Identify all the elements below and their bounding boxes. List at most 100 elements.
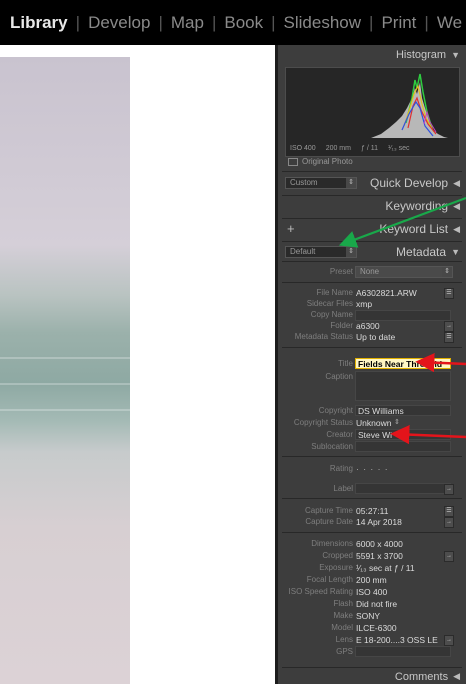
metadata-row-value[interactable]: A6302821.ARW	[356, 288, 417, 298]
copyright-status-select[interactable]: Unknown	[356, 418, 391, 428]
metadata-row-label: Dimensions	[311, 539, 353, 548]
metadata-row-label: ISO Speed Rating	[288, 587, 353, 596]
module-separator: |	[158, 12, 163, 32]
metadata-header[interactable]: Metadata ▼	[278, 243, 466, 261]
histogram-graph[interactable]: ISO 400 200 mm ƒ / 11 ¹⁄₁₃ sec	[285, 67, 460, 157]
expand-triangle-icon[interactable]: ◀	[453, 224, 460, 235]
section-divider	[282, 218, 462, 219]
module-map[interactable]: Map	[169, 13, 206, 33]
metadata-row-label: GPS	[336, 647, 353, 656]
sublocation-field[interactable]	[355, 441, 451, 452]
metadata-row-value: E 18-200....3 OSS LE	[356, 635, 438, 645]
module-develop[interactable]: Develop	[86, 13, 152, 33]
histogram-header[interactable]: Histogram ▼	[278, 45, 466, 65]
metadata-row-value: ISO 400	[356, 587, 388, 597]
section-divider	[282, 241, 462, 242]
metadata-row-label: Sidecar Files	[306, 299, 353, 308]
section-divider	[282, 261, 462, 262]
section-divider	[282, 532, 462, 533]
metadata-row-value: Up to date	[356, 332, 396, 342]
go-to-folder-arrow-icon[interactable]: →	[444, 321, 454, 332]
comments-header[interactable]: Comments ◀	[278, 669, 466, 684]
metadata-row-value: 05:27:11	[356, 506, 389, 516]
section-divider	[282, 171, 462, 172]
field-stripe	[0, 409, 130, 411]
metadata-file-name-row: File Name A6302821.ARW	[278, 288, 466, 299]
metadata-status-row: Metadata Status Up to date	[278, 332, 466, 343]
title-value: Fields Near Threfield	[358, 359, 443, 369]
metadata-rating-row: Rating · · · · ·	[278, 464, 466, 475]
metadata-iso-row: ISO Speed Rating ISO 400	[278, 587, 466, 598]
metadata-preset-select[interactable]: None ⇕	[355, 266, 453, 278]
copyright-label: Copyright	[318, 406, 353, 415]
edit-capture-time-icon[interactable]: ☰	[444, 506, 454, 517]
metadata-flash-row: Flash Did not fire	[278, 599, 466, 610]
dropdown-arrow-icon[interactable]: ⇕	[394, 418, 400, 426]
metadata-row-value: 200 mm	[356, 575, 387, 585]
section-divider	[282, 456, 462, 457]
metadata-row-label: Copy Name	[310, 310, 353, 319]
expand-triangle-icon[interactable]: ◀	[453, 178, 460, 189]
creator-label: Creator	[326, 430, 353, 439]
collapse-triangle-icon[interactable]: ▼	[451, 50, 460, 60]
lens-arrow-icon[interactable]: →	[444, 635, 454, 646]
module-library[interactable]: Library	[8, 13, 70, 33]
histogram-title: Histogram	[395, 49, 447, 61]
metadata-exposure-row: Exposure ¹⁄₁₃ sec at ƒ / 11	[278, 563, 466, 574]
copyright-status-label: Copyright Status	[293, 418, 353, 427]
metadata-model-row: Model ILCE-6300	[278, 623, 466, 634]
rating-stars[interactable]: · · · · ·	[356, 464, 389, 474]
copy-name-field[interactable]	[355, 310, 451, 321]
keyword-list-header[interactable]: Keyword List ◀	[278, 220, 466, 238]
original-photo-toggle[interactable]: Original Photo	[288, 157, 353, 166]
metadata-row-label: Lens	[335, 635, 353, 644]
histogram-aperture: ƒ / 11	[360, 145, 378, 152]
label-field[interactable]	[355, 483, 451, 494]
metadata-row-value: 14 Apr 2018	[356, 517, 402, 527]
module-print[interactable]: Print	[379, 13, 418, 33]
metadata-row-label: Focal Length	[306, 575, 353, 584]
histogram-iso: ISO 400	[290, 145, 316, 152]
histogram-exif-info: ISO 400 200 mm ƒ / 11 ¹⁄₁₃ sec	[290, 145, 410, 152]
module-slideshow[interactable]: Slideshow	[282, 13, 364, 33]
metadata-lens-row: Lens E 18-200....3 OSS LE	[278, 635, 466, 646]
cropped-arrow-icon[interactable]: →	[444, 551, 454, 562]
capture-date-arrow-icon[interactable]: →	[444, 517, 454, 528]
section-divider	[282, 195, 462, 196]
module-web[interactable]: We	[435, 13, 464, 33]
copyright-value: DS Williams	[358, 406, 404, 416]
comments-title: Comments	[394, 670, 449, 683]
metadata-title: Metadata	[396, 245, 447, 259]
metadata-row-value: ¹⁄₁₃ sec at ƒ / 11	[356, 563, 415, 573]
file-name-edit-icon[interactable]: ☰	[444, 288, 454, 299]
field-stripe	[0, 383, 130, 385]
histogram-shutter: ¹⁄₁₃ sec	[387, 145, 410, 152]
copyright-field[interactable]: DS Williams	[355, 405, 451, 416]
right-panel: Histogram ▼ ISO 400 200 mm ƒ / 11 ¹⁄₁₃ s…	[278, 45, 466, 684]
module-book[interactable]: Book	[222, 13, 265, 33]
title-field[interactable]: Fields Near Threfield	[355, 358, 451, 369]
section-divider	[282, 282, 462, 283]
expand-triangle-icon[interactable]: ◀	[453, 671, 460, 682]
title-label: Title	[338, 359, 353, 368]
histogram-focal: 200 mm	[325, 145, 351, 152]
quick-develop-header[interactable]: Quick Develop ◀	[278, 174, 466, 192]
creator-field[interactable]: Steve Wi	[355, 429, 451, 440]
module-separator: |	[75, 12, 81, 32]
metadata-row-label: Capture Time	[304, 506, 353, 515]
expand-triangle-icon[interactable]: ◀	[453, 201, 460, 212]
keywording-header[interactable]: Keywording ◀	[278, 197, 466, 215]
photo-preview[interactable]	[0, 57, 130, 684]
collapse-triangle-icon[interactable]: ▼	[451, 247, 460, 257]
metadata-row-label: Flash	[333, 599, 353, 608]
metadata-sidecar-row: Sidecar Files xmp	[278, 299, 466, 310]
caption-field[interactable]	[355, 371, 451, 401]
gps-field[interactable]	[355, 646, 451, 657]
metadata-make-row: Make SONY	[278, 611, 466, 622]
metadata-status-icon[interactable]: ☰	[444, 332, 454, 343]
metadata-row-label: File Name	[316, 288, 353, 297]
label-arrow-icon[interactable]: →	[444, 484, 454, 495]
module-separator: |	[424, 12, 429, 32]
metadata-row-label: Cropped	[322, 551, 353, 560]
sublocation-label: Sublocation	[311, 442, 353, 451]
